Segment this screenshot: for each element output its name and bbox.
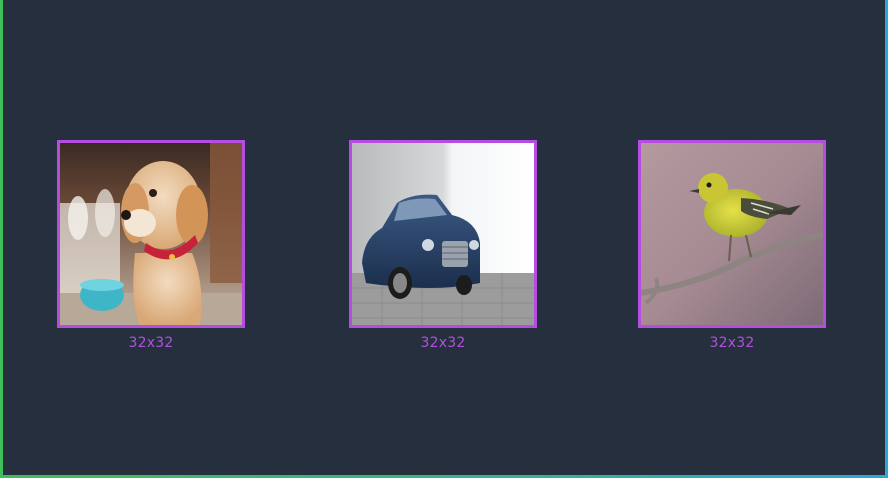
image-caption-puppy: 32x32 <box>128 335 174 351</box>
bird-image <box>638 140 826 328</box>
car-image <box>349 140 537 328</box>
image-caption-bird: 32x32 <box>709 335 755 351</box>
car-picture <box>352 143 534 325</box>
puppy-image <box>57 140 245 328</box>
puppy-picture <box>60 143 242 325</box>
image-card-bird: 32x32 <box>638 140 826 351</box>
frame-left-border <box>0 0 3 478</box>
image-card-puppy: 32x32 <box>57 140 245 351</box>
image-card-car: 32x32 <box>349 140 537 351</box>
image-caption-car: 32x32 <box>420 335 466 351</box>
bird-picture <box>641 143 823 325</box>
